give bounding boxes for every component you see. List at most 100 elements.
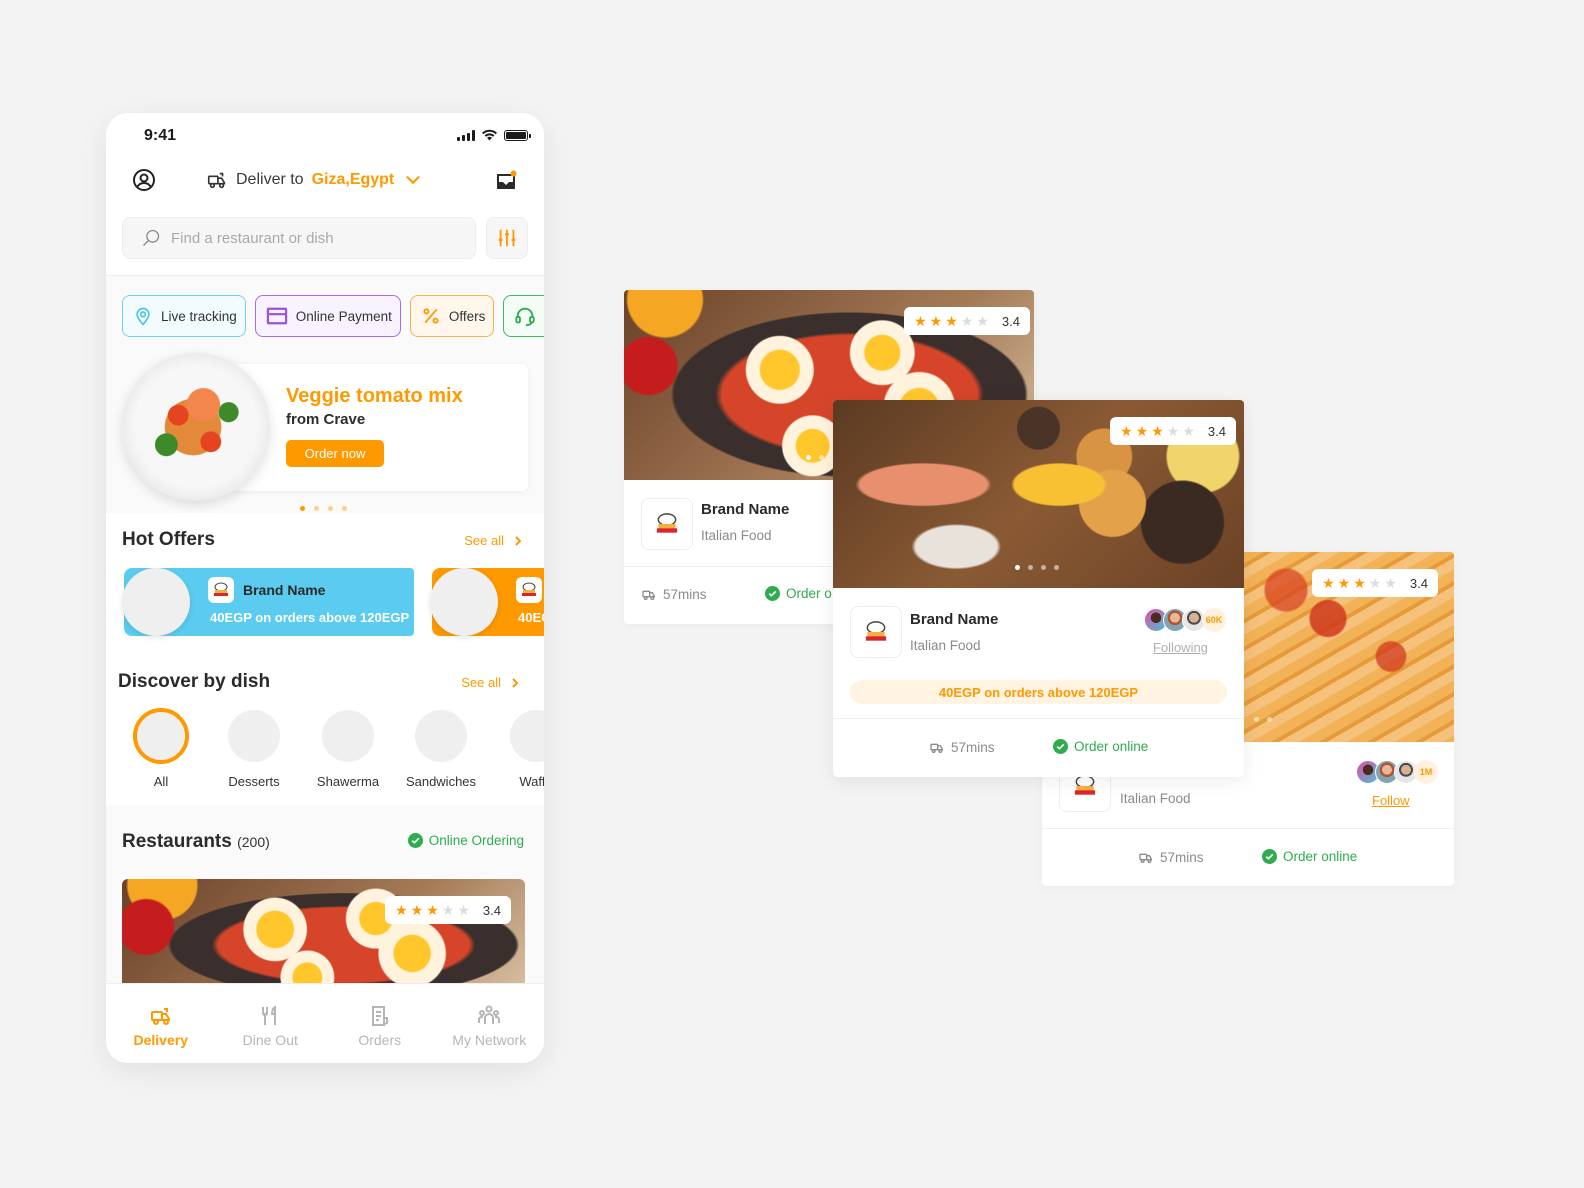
dish-image: [415, 710, 467, 762]
photo-pagination: [1015, 565, 1059, 570]
search-row: [122, 217, 528, 259]
discover-title: Discover by dish: [118, 671, 271, 692]
delivery-time-value: 57mins: [663, 586, 707, 602]
filter-button[interactable]: [486, 217, 528, 259]
star-icon: ★: [410, 902, 424, 918]
follow-button[interactable]: Follow: [1372, 793, 1410, 808]
restaurants-title: Restaurants (200): [122, 831, 270, 853]
order-online-label: Order online: [1074, 739, 1149, 754]
dish-filter-shawerma[interactable]: Shawerma: [308, 710, 388, 789]
star-icon: ★: [1120, 423, 1133, 439]
brand-logo: [208, 577, 234, 603]
dish-filter-all[interactable]: All: [121, 708, 201, 789]
page-dot[interactable]: [1267, 717, 1272, 722]
chip-live-tracking[interactable]: Live tracking: [122, 295, 246, 337]
page-dot[interactable]: [819, 455, 824, 460]
online-ordering-filter[interactable]: Online Ordering: [407, 833, 524, 848]
offer-card[interactable]: 40EGP: [430, 568, 544, 636]
offer-dish-image: [430, 568, 498, 636]
page-dot[interactable]: [328, 506, 333, 511]
page-dot[interactable]: [1028, 565, 1033, 570]
search-input[interactable]: [171, 229, 475, 247]
follower-count: 1M: [1414, 760, 1438, 784]
order-online-status: Order online: [1262, 849, 1357, 864]
see-all-label: See all: [461, 675, 501, 690]
header: Deliver to Giza,Egypt: [106, 165, 544, 197]
tab-delivery[interactable]: Delivery: [106, 984, 216, 1063]
delivery-scooter-icon: [642, 590, 655, 600]
tab-label: Orders: [358, 1031, 402, 1048]
brand-category: Italian Food: [701, 528, 772, 543]
chip-offers[interactable]: Offers: [409, 295, 495, 337]
dish-filter-waffle[interactable]: Waffe: [496, 710, 544, 789]
dish-label: Waffe: [519, 774, 544, 789]
restaurant-preview-image[interactable]: ★ ★ ★ ★ ★ 3.4: [122, 879, 525, 999]
restaurant-photo: ★ ★ ★ ★ ★ 3.4: [833, 400, 1244, 588]
tab-my-network[interactable]: My Network: [435, 984, 545, 1063]
page-dot[interactable]: [1015, 565, 1020, 570]
rating-value: 3.4: [482, 902, 501, 918]
promo-pagination: [300, 506, 347, 511]
offer-card[interactable]: Brand Name 40EGP on orders above 120EGP: [122, 568, 414, 636]
check-circle-icon: [765, 586, 780, 601]
page-dot[interactable]: [806, 455, 811, 460]
restaurant-card[interactable]: ★ ★ ★ ★ ★ 3.4 Brand Name Italian Food 60K Fo…: [833, 400, 1244, 777]
status-time: 9:41: [144, 127, 177, 144]
offer-dish-image: [122, 568, 190, 636]
page-dot[interactable]: [1054, 565, 1059, 570]
deliver-label: Deliver to: [236, 171, 304, 188]
discover-see-all[interactable]: See all: [461, 675, 519, 690]
search-box[interactable]: [122, 217, 476, 259]
page-dot[interactable]: [314, 506, 319, 511]
chip-label: Offers: [448, 308, 486, 324]
following-button[interactable]: Following: [1153, 640, 1208, 655]
star-icon: ★: [929, 313, 943, 329]
headset-icon: [515, 307, 535, 327]
rating-badge: ★ ★ ★ ★ ★ 3.4: [904, 307, 1030, 335]
chef-logo-icon: [214, 582, 228, 596]
star-icon: ★: [1337, 575, 1351, 591]
star-icon: ★: [1353, 575, 1366, 591]
people-icon: [478, 1005, 501, 1024]
order-now-button[interactable]: Order now: [286, 440, 384, 467]
tab-orders[interactable]: Orders: [325, 984, 435, 1063]
dish-filter-sandwiches[interactable]: Sandwiches: [401, 710, 481, 789]
delivery-scooter-icon: [207, 172, 226, 189]
divider: [833, 718, 1244, 719]
promo-banner[interactable]: Veggie tomato mix from Crave Order now: [122, 353, 528, 503]
page-dot[interactable]: [300, 506, 305, 511]
wifi-icon: [482, 129, 497, 141]
photo-pagination: [1254, 717, 1272, 722]
star-icon: ★: [914, 313, 927, 329]
chip-support[interactable]: S: [503, 295, 544, 337]
brand-logo: [516, 577, 542, 603]
chip-online-payment[interactable]: Online Payment: [254, 295, 401, 337]
hot-offers-see-all[interactable]: See all: [464, 533, 522, 548]
brand-category: Italian Food: [910, 638, 981, 653]
top-bar: 9:41 Deliver to Giza,Egypt: [106, 113, 544, 276]
dish-filter-desserts[interactable]: Desserts: [214, 710, 294, 789]
profile-icon[interactable]: [132, 168, 156, 192]
page-dot[interactable]: [1041, 565, 1046, 570]
tab-dine-out[interactable]: Dine Out: [216, 984, 326, 1063]
star-icon: ★: [976, 313, 989, 329]
restaurants-count: (200): [237, 834, 270, 850]
inbox-icon[interactable]: [494, 169, 518, 193]
delivery-time-value: 57mins: [1160, 849, 1204, 865]
deliver-to-selector[interactable]: Deliver to Giza,Egypt: [206, 169, 424, 191]
battery-icon: [504, 129, 531, 141]
promo-subtitle: from Crave: [286, 411, 366, 428]
restaurant-photo: ★ ★ ★ ★ ★ 3.4: [1244, 552, 1454, 742]
order-online-label: Order o: [786, 586, 832, 601]
order-online-label: Order online: [1283, 849, 1358, 864]
follower-count: 60K: [1202, 608, 1226, 632]
feature-chips: Live tracking Online Payment Offers S: [122, 295, 544, 337]
order-online-status: Order o: [765, 586, 832, 601]
delivery-location[interactable]: Giza,Egypt: [312, 171, 395, 189]
page-dot[interactable]: [342, 506, 347, 511]
page-dot[interactable]: [1254, 717, 1259, 722]
chef-logo-icon: [522, 582, 536, 596]
chevron-down-icon[interactable]: [402, 169, 424, 191]
star-icon: ★: [395, 902, 408, 918]
star-icon: ★: [1384, 575, 1397, 591]
